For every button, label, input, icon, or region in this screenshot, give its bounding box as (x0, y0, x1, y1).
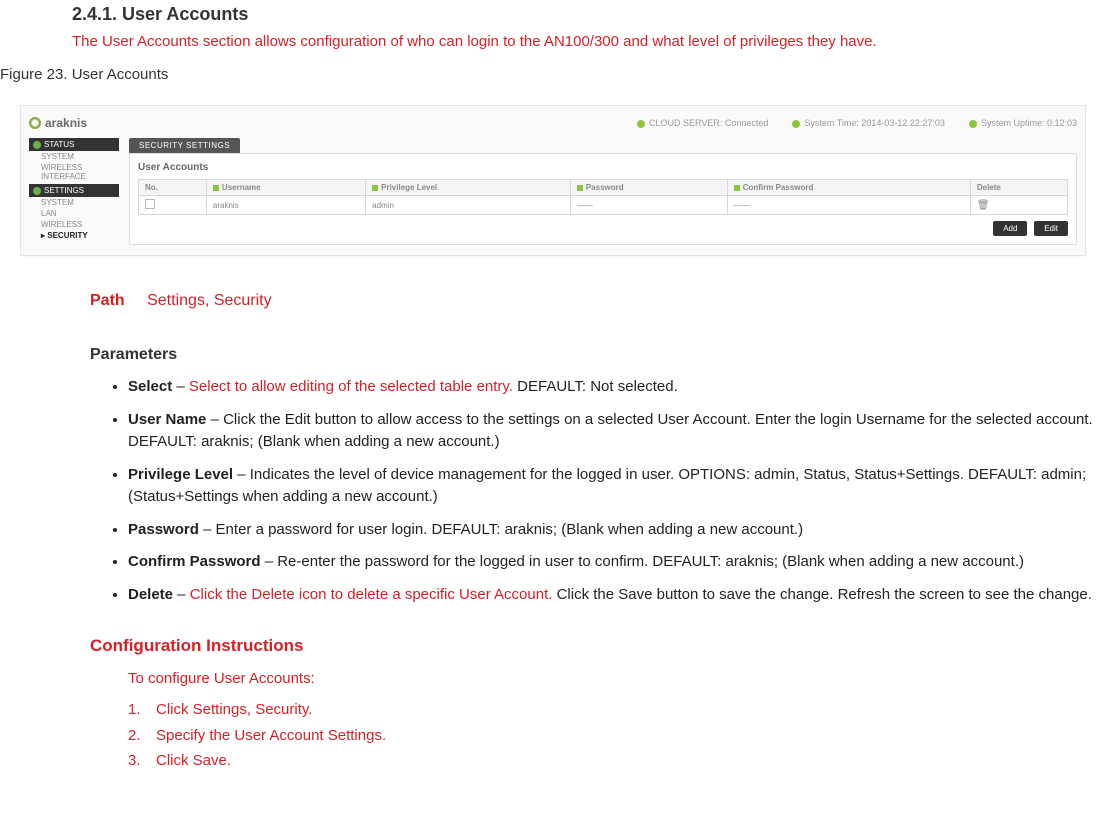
cell-priv: admin (366, 196, 571, 215)
cell-delete[interactable]: 🗑 (970, 196, 1067, 215)
panel-title: User Accounts (138, 162, 1068, 173)
param-username: User Name – Click the Edit button to all… (128, 409, 1106, 454)
sidebar-item-wireless-if[interactable]: WIRELESS INTERFACE (29, 162, 119, 182)
param-select: Select – Select to allow editing of the … (128, 376, 1106, 399)
th-confirm: Confirm Password (727, 180, 970, 196)
path-label: Path (90, 292, 125, 309)
th-delete: Delete (970, 180, 1067, 196)
config-steps: Click Settings, Security. Specify the Us… (90, 697, 1106, 774)
param-delete: Delete – Click the Delete icon to delete… (128, 584, 1106, 607)
ss-main: SECURITY SETTINGS User Accounts No. User… (129, 138, 1077, 245)
sidebar-item-system1[interactable]: SYSTEM (29, 151, 119, 162)
select-checkbox[interactable] (145, 199, 155, 209)
ss-status-bar: CLOUD SERVER: Connected System Time: 201… (637, 118, 1077, 128)
system-uptime: System Uptime: 0:12:03 (969, 118, 1077, 128)
doc-content: Path Settings, Security Parameters Selec… (90, 292, 1106, 774)
brand-logo: araknis (29, 116, 87, 130)
cell-confirm: —— (727, 196, 970, 215)
add-button[interactable]: Add (993, 221, 1027, 236)
cell-select[interactable] (139, 196, 207, 215)
security-settings-tab[interactable]: SECURITY SETTINGS (129, 138, 240, 153)
embedded-screenshot: araknis CLOUD SERVER: Connected System T… (20, 105, 1086, 256)
config-intro: To configure User Accounts: (128, 670, 1106, 687)
edit-button[interactable]: Edit (1034, 221, 1068, 236)
th-password: Password (570, 180, 727, 196)
logo-ring-icon (29, 117, 41, 129)
system-time: System Time: 2014-03-12 22:27:03 (792, 118, 945, 128)
sidebar-item-security[interactable]: ▸ SECURITY (29, 230, 119, 241)
sidebar-group-settings[interactable]: SETTINGS (29, 184, 119, 197)
param-password: Password – Enter a password for user log… (128, 519, 1106, 542)
parameters-heading: Parameters (90, 346, 1106, 364)
th-username: Username (206, 180, 365, 196)
sidebar-item-wireless[interactable]: WIRELESS (29, 219, 119, 230)
th-no: No. (139, 180, 207, 196)
table-row: araknis admin —— —— 🗑 (139, 196, 1068, 215)
cell-password: —— (570, 196, 727, 215)
path-value: Settings, Security (147, 292, 272, 309)
cloud-server-status: CLOUD SERVER: Connected (637, 118, 768, 128)
ss-sidebar: STATUS SYSTEM WIRELESS INTERFACE SETTING… (29, 138, 119, 245)
step-3: Click Save. (128, 748, 1106, 774)
trash-icon[interactable]: 🗑 (977, 200, 990, 211)
section-intro: The User Accounts section allows configu… (72, 31, 1106, 52)
user-accounts-panel: User Accounts No. Username Privilege Lev… (129, 153, 1077, 245)
ss-topbar: araknis CLOUD SERVER: Connected System T… (29, 112, 1077, 134)
cell-username: araknis (206, 196, 365, 215)
param-privilege: Privilege Level – Indicates the level of… (128, 464, 1106, 509)
logo-text: araknis (45, 116, 87, 130)
user-accounts-table: No. Username Privilege Level Password Co… (138, 179, 1068, 215)
th-priv: Privilege Level (366, 180, 571, 196)
section-heading: 2.4.1. User Accounts (72, 4, 1106, 25)
config-heading: Configuration Instructions (90, 636, 1106, 656)
step-2: Specify the User Account Settings. (128, 723, 1106, 749)
parameters-list: Select – Select to allow editing of the … (90, 376, 1106, 606)
step-1: Click Settings, Security. (128, 697, 1106, 723)
sidebar-item-system2[interactable]: SYSTEM (29, 197, 119, 208)
sidebar-item-lan[interactable]: LAN (29, 208, 119, 219)
figure-caption: Figure 23. User Accounts (0, 66, 1106, 83)
param-confirm: Confirm Password – Re-enter the password… (128, 551, 1106, 574)
path-line: Path Settings, Security (90, 292, 1106, 310)
sidebar-group-status[interactable]: STATUS (29, 138, 119, 151)
panel-buttons: Add Edit (138, 221, 1068, 236)
